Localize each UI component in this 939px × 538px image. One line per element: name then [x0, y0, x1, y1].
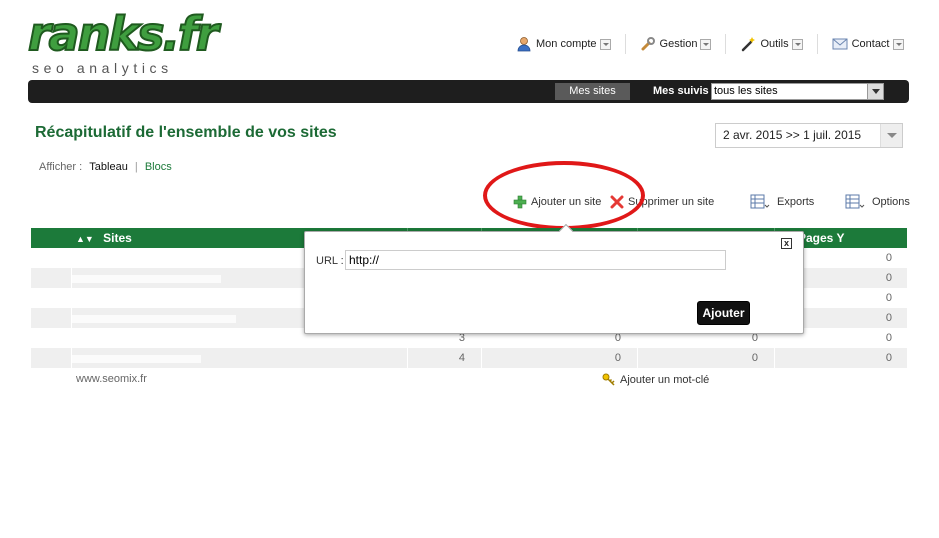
menu-gestion-label: Gestion: [659, 38, 698, 50]
key-icon: [601, 372, 617, 388]
menu-gestion[interactable]: Gestion: [634, 34, 718, 54]
column-sites-label: Sites: [103, 231, 132, 245]
magic-wand-icon: [740, 36, 756, 52]
options-label: Options: [872, 196, 910, 208]
exports-label: Exports: [777, 196, 815, 208]
column-pages-y[interactable]: Pages Y: [798, 228, 844, 248]
afficher-label: Afficher :: [39, 161, 83, 173]
nav-mes-suivis-label: Mes suivis: [653, 85, 709, 97]
menu-outils-label: Outils: [760, 38, 789, 50]
view-blocs-link[interactable]: Blocs: [145, 161, 172, 173]
cell: 0: [751, 352, 758, 364]
menu-contact[interactable]: Contact: [826, 34, 910, 54]
chevron-down-icon[interactable]: [700, 38, 712, 50]
delete-site-label: Supprimer un site: [628, 196, 715, 208]
delete-icon: [609, 194, 625, 210]
menu-mon-compte-label: Mon compte: [536, 38, 597, 50]
menu-mon-compte[interactable]: Mon compte: [510, 34, 617, 54]
add-site-popup: x URL : Ajouter: [304, 223, 804, 334]
exports-button[interactable]: Exports: [750, 194, 814, 210]
close-icon[interactable]: x: [781, 238, 792, 249]
logo-tagline: seo analytics: [32, 60, 173, 76]
ajouter-button[interactable]: Ajouter: [697, 301, 750, 325]
view-switcher: Afficher : Tableau | Blocs: [39, 161, 172, 173]
popup-pointer: [558, 223, 574, 239]
menu-divider: [725, 34, 727, 54]
mes-suivis-select[interactable]: tous les sites: [711, 83, 884, 100]
column-divider: [71, 268, 72, 288]
redacted-site-name: [71, 275, 221, 283]
cell: 0: [614, 352, 621, 364]
url-label: URL :: [316, 255, 344, 267]
chevron-down-icon[interactable]: [892, 38, 904, 50]
seomix-credit: www.seomix.fr: [76, 373, 147, 385]
cell: 4: [458, 352, 465, 364]
column-divider: [71, 348, 72, 368]
menu-contact-label: Contact: [851, 38, 890, 50]
wrench-icon: [640, 36, 656, 52]
url-input[interactable]: [345, 250, 726, 270]
sort-icon[interactable]: ▲▼: [76, 229, 94, 249]
column-sites[interactable]: ▲▼ Sites: [76, 228, 132, 248]
column-divider: [71, 308, 72, 328]
nav-mes-sites[interactable]: Mes sites: [555, 83, 630, 100]
add-site-button[interactable]: Ajouter un site: [512, 194, 601, 210]
add-keyword-label: Ajouter un mot-clé: [620, 374, 710, 386]
chevron-down-icon[interactable]: [880, 124, 902, 147]
add-keyword-button[interactable]: Ajouter un mot-clé: [601, 372, 709, 388]
chevron-down-icon[interactable]: [867, 84, 883, 99]
mes-suivis-value: tous les sites: [714, 85, 778, 97]
separator: |: [134, 161, 138, 173]
date-range-value: 2 avr. 2015 >> 1 juil. 2015: [723, 128, 862, 142]
page-title: Récapitulatif de l'ensemble de vos sites: [35, 124, 337, 141]
plus-icon: [512, 194, 528, 210]
top-menu: Mon compte Gestion Outils Contact: [510, 34, 910, 54]
table-row[interactable]: 4 0 0 0: [31, 348, 907, 368]
chevron-down-icon[interactable]: [791, 38, 803, 50]
logo-wordmark: ranks.fr: [27, 6, 220, 62]
menu-divider: [624, 34, 626, 54]
menu-outils[interactable]: Outils: [734, 34, 808, 54]
ranks-logo[interactable]: ranks.fr seo analytics: [27, 6, 220, 76]
date-range-picker[interactable]: 2 avr. 2015 >> 1 juil. 2015: [715, 123, 903, 148]
redacted-site-name: [71, 355, 201, 363]
view-tableau-link[interactable]: Tableau: [89, 161, 128, 173]
redacted-site-name: [71, 315, 236, 323]
main-navbar: Mes sites Mes suivis tous les sites: [28, 80, 909, 103]
table-options-icon: [845, 194, 865, 210]
envelope-icon: [832, 36, 848, 52]
delete-site-button[interactable]: Supprimer un site: [609, 194, 714, 210]
user-icon: [516, 36, 532, 52]
add-site-label: Ajouter un site: [531, 196, 602, 208]
cell: 0: [885, 352, 892, 364]
chevron-down-icon[interactable]: [599, 38, 611, 50]
options-button[interactable]: Options: [845, 194, 910, 210]
spreadsheet-icon: [750, 194, 770, 210]
menu-divider: [816, 34, 818, 54]
